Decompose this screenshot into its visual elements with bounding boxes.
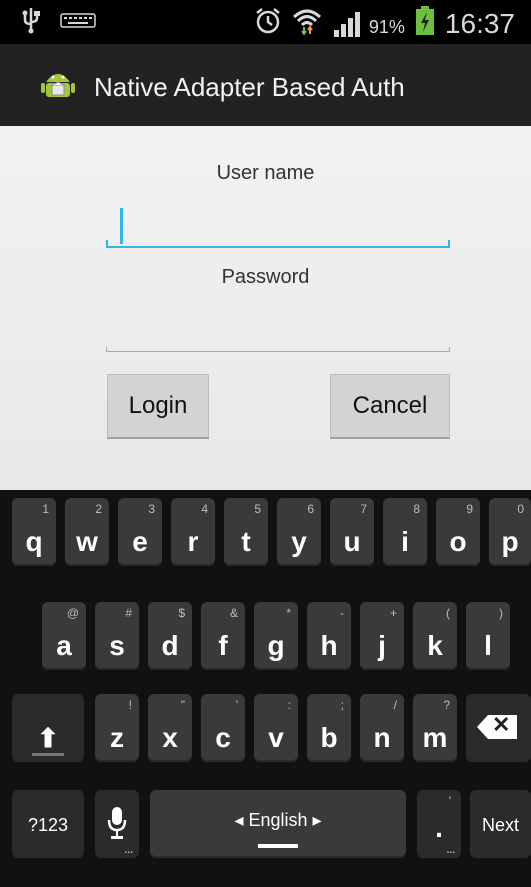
battery-percentage: 91% <box>368 16 405 37</box>
key-a[interactable]: @ a <box>42 602 86 670</box>
text-cursor <box>120 208 123 244</box>
password-label: Password <box>221 266 310 288</box>
key-m[interactable]: ? m <box>413 694 457 762</box>
period-key[interactable]: ' . ... <box>417 790 461 858</box>
key-q[interactable]: 1q <box>12 498 56 566</box>
space-bar-glyph <box>258 844 298 848</box>
key-y[interactable]: 6y <box>277 498 321 566</box>
status-bar: 91% 16:37 <box>0 0 531 44</box>
signal-icon: 91% <box>332 10 405 38</box>
key-r[interactable]: 4r <box>171 498 215 566</box>
key-t[interactable]: 5t <box>224 498 268 566</box>
login-button[interactable]: Login <box>107 374 209 439</box>
backspace-glyph: ✕ <box>492 712 511 737</box>
battery-icon <box>415 6 435 41</box>
alarm-icon <box>254 7 282 40</box>
key-n[interactable]: / n <box>360 694 404 762</box>
key-u[interactable]: 7u <box>330 498 374 566</box>
language-label: ◂ English ▸ <box>234 810 322 830</box>
wifi-icon <box>292 7 322 40</box>
key-z[interactable]: ! z <box>95 694 139 762</box>
cancel-button[interactable]: Cancel <box>330 374 450 439</box>
key-h[interactable]: -h <box>307 602 351 670</box>
key-s[interactable]: # s <box>95 602 139 670</box>
username-field[interactable] <box>106 200 450 248</box>
key-j[interactable]: + j <box>360 602 404 670</box>
key-w[interactable]: 2w <box>65 498 109 566</box>
key-p[interactable]: 0p <box>489 498 531 566</box>
microphone-icon <box>107 806 127 847</box>
key-c[interactable]: ' c <box>201 694 245 762</box>
space-key[interactable]: ◂ English ▸ <box>150 790 406 858</box>
username-label: User name <box>216 162 315 184</box>
key-e[interactable]: 3e <box>118 498 162 566</box>
mic-key[interactable]: ... <box>95 790 139 858</box>
key-i[interactable]: 8i <box>383 498 427 566</box>
soft-keyboard: 1q 2w 3e 4r 5t 6y 7u 8i 9o 0p @ a # s $ d &… <box>0 490 531 887</box>
key-d[interactable]: $ d <box>148 602 192 670</box>
usb-icon <box>20 6 42 39</box>
app-title: Native Adapter Based Auth <box>94 72 405 102</box>
key-g[interactable]: * g <box>254 602 298 670</box>
key-v[interactable]: :v <box>254 694 298 762</box>
symbols-key[interactable]: ?123 <box>12 790 84 858</box>
key-b[interactable]: ; b <box>307 694 351 762</box>
password-field[interactable] <box>106 304 450 352</box>
login-form: User name Password Login Cancel <box>0 126 531 490</box>
keyboard-icon <box>60 11 96 34</box>
key-x[interactable]: " x <box>148 694 192 762</box>
action-bar: Native Adapter Based Auth <box>0 44 531 128</box>
key-f[interactable]: & f <box>201 602 245 670</box>
shift-icon: ⬆ <box>37 723 59 753</box>
shift-key[interactable]: ⬆ <box>12 694 84 762</box>
key-l[interactable]: ) l <box>466 602 510 670</box>
backspace-key[interactable]: ✕ <box>466 694 531 762</box>
android-icon[interactable] <box>40 66 76 102</box>
key-k[interactable]: (k <box>413 602 457 670</box>
key-o[interactable]: 9o <box>436 498 480 566</box>
status-time: 16:37 <box>444 7 515 39</box>
next-key[interactable]: Next <box>470 790 531 858</box>
